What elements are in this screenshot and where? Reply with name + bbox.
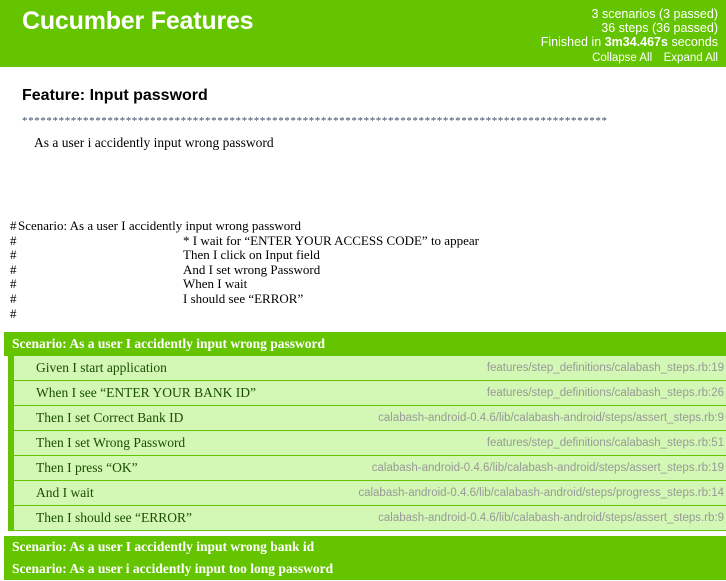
report-header: Cucumber Features 3 scenarios (3 passed)…	[0, 0, 726, 67]
step-name: And I wait	[36, 485, 94, 501]
narrative-text: As a user i accidently input wrong passw…	[34, 135, 274, 150]
comment-line: #	[0, 305, 726, 322]
comment-line: # * I wait for “ENTER YOUR ACCESS CODE” t…	[0, 232, 726, 249]
comment-text: When I wait	[183, 276, 248, 292]
step-name: Given I start application	[36, 360, 167, 376]
duration-line: Finished in 3m34.467s seconds	[541, 35, 718, 49]
step-row[interactable]: Then I should see “ERROR” calabash-androi…	[8, 506, 726, 532]
step-status-accent	[8, 406, 14, 431]
scenario-count: 3 scenarios (3 passed)	[591, 7, 718, 21]
step-source-path: features/step_definitions/calabash_steps…	[486, 437, 724, 450]
summary-stats: 3 scenarios (3 passed) 36 steps (36 pass…	[541, 7, 718, 65]
step-source-path: features/step_definitions/calabash_steps…	[486, 362, 724, 375]
comment-hash-marker: #	[10, 218, 17, 233]
duration-value: 3m34.467s	[604, 35, 668, 49]
step-status-accent	[8, 381, 14, 406]
comment-hash-marker: #	[10, 290, 17, 306]
comment-text: Scenario: As a user I accidently input w…	[18, 218, 302, 233]
duration-prefix: Finished in	[540, 35, 605, 49]
comment-text: Then I click on Input field	[183, 247, 320, 263]
comment-line: # When I wait	[0, 277, 726, 292]
step-row[interactable]: Then I set Correct Bank ID calabash-andro…	[8, 406, 726, 432]
step-name: When I see “ENTER YOUR BANK ID”	[36, 385, 256, 401]
step-row[interactable]: Then I set Wrong Password features/step_d…	[8, 431, 726, 457]
comment-line: # Scenario: As a user I accidently input …	[0, 218, 726, 234]
step-status-accent	[8, 481, 14, 506]
collapsed-scenarios-group: Scenario: As a user I accidently input w…	[0, 536, 726, 581]
scenario-results: Scenario: As a user I accidently input w…	[0, 332, 726, 581]
step-source-path: calabash-android-0.4.6/lib/calabash-andr…	[378, 512, 724, 525]
step-source-path: calabash-android-0.4.6/lib/calabash-andr…	[378, 412, 724, 425]
step-count: 36 steps (36 passed)	[601, 21, 718, 35]
comment-hash-marker: #	[10, 276, 17, 292]
step-name: Then I should see “ERROR”	[36, 510, 192, 526]
step-row[interactable]: When I see “ENTER YOUR BANK ID” features/…	[8, 381, 726, 407]
comment-hash-marker: #	[10, 247, 17, 263]
step-status-accent	[8, 456, 14, 481]
step-status-accent	[8, 356, 14, 381]
page-title: Cucumber Features	[22, 7, 254, 35]
comment-hash-marker: #	[10, 232, 17, 248]
duration-suffix: seconds	[667, 35, 718, 49]
comment-hash-marker: #	[10, 305, 17, 321]
step-status-accent	[8, 431, 14, 456]
scenario-header[interactable]: Scenario: As a user i accidently input t…	[4, 558, 726, 581]
comment-line: # I should see “ERROR”	[0, 290, 726, 307]
feature-area: Feature: Input password ****************…	[0, 67, 726, 581]
scenario-header[interactable]: Scenario: As a user I accidently input w…	[4, 332, 726, 357]
commented-scenario-block: # Scenario: As a user I accidently input …	[0, 151, 726, 321]
asterisk-divider: ****************************************…	[22, 115, 608, 127]
step-source-path: calabash-android-0.4.6/lib/calabash-andr…	[358, 487, 724, 500]
comment-text: I should see “ERROR”	[183, 290, 304, 306]
comment-line: # And I set wrong Password	[0, 261, 726, 278]
expand-all-link[interactable]: Expand All	[664, 52, 718, 64]
feature-narrative: ****************************************…	[0, 105, 726, 151]
comment-line: # Then I click on Input field	[0, 247, 726, 263]
scenario-header[interactable]: Scenario: As a user I accidently input w…	[4, 536, 726, 559]
header-actions: Collapse All Expand All	[541, 50, 718, 65]
step-row[interactable]: Then I press “OK” calabash-android-0.4.6/…	[8, 456, 726, 482]
step-name: Then I set Correct Bank ID	[36, 410, 184, 426]
comment-text: And I set wrong Password	[183, 261, 321, 277]
step-status-accent	[8, 506, 14, 531]
step-row[interactable]: Given I start application features/step_d…	[8, 356, 726, 382]
collapse-all-link[interactable]: Collapse All	[592, 52, 652, 64]
step-source-path: calabash-android-0.4.6/lib/calabash-andr…	[371, 462, 724, 475]
step-name: Then I set Wrong Password	[36, 435, 186, 451]
step-source-path: features/step_definitions/calabash_steps…	[486, 387, 724, 400]
comment-hash-marker: #	[10, 261, 17, 277]
comment-text: * I wait for “ENTER YOUR ACCESS CODE” to…	[183, 232, 479, 248]
step-row[interactable]: And I wait calabash-android-0.4.6/lib/cal…	[8, 481, 726, 507]
feature-heading: Feature: Input password	[22, 87, 208, 104]
step-name: Then I press “OK”	[36, 460, 138, 476]
